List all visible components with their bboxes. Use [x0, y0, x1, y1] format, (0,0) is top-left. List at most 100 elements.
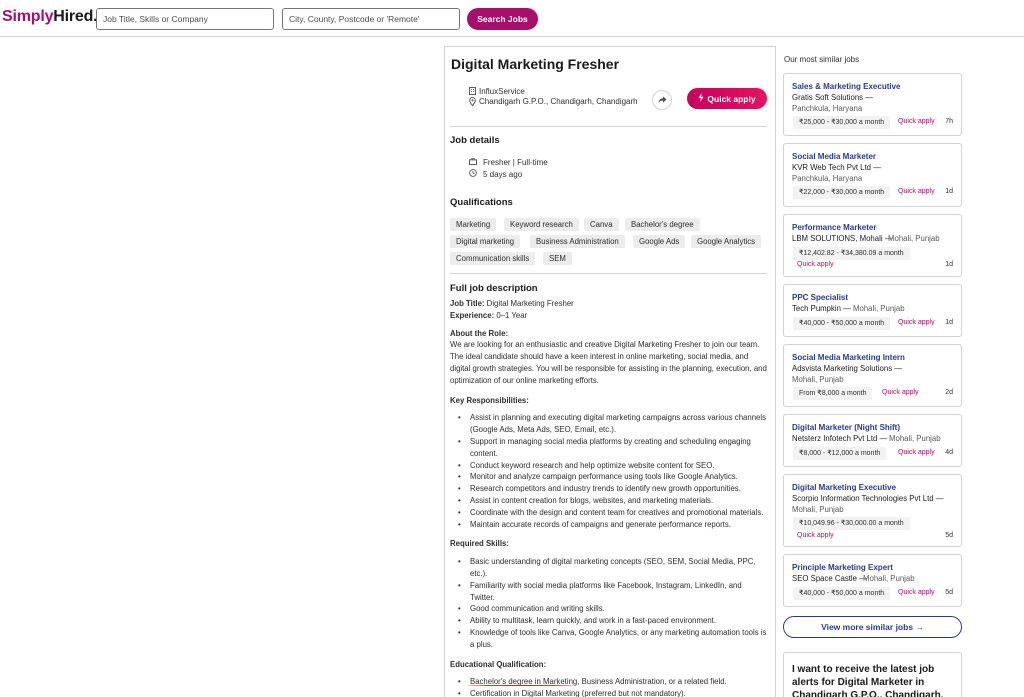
list-item: Familiarity with social media platforms …	[450, 580, 768, 604]
similar-job-card[interactable]: Social Media Marketing Intern Adsvista M…	[783, 344, 962, 407]
quick-apply-label: Quick apply	[707, 93, 756, 104]
job-type-text: Fresher | Full-time	[483, 158, 548, 167]
similar-job-card[interactable]: Sales & Marketing Executive Gratis Soft …	[783, 73, 962, 136]
job-alert-text: I want to receive the latest job alerts …	[792, 664, 944, 697]
salary-badge: ₹22,000 - ₹30,000 a month	[793, 186, 891, 199]
quick-apply-tag: Quick apply	[882, 389, 919, 396]
list-item: Ability to multitask, learn quickly, and…	[450, 615, 768, 627]
logo-simply: Simply	[2, 8, 54, 25]
similar-job-company: SEO Space Castle —	[792, 574, 867, 583]
about-text: We are looking for an enthusiastic and c…	[450, 340, 767, 385]
salary-badge: ₹40,000 - ₹50,000 a month	[793, 317, 891, 330]
posted-age: 1d	[945, 261, 953, 268]
about-heading: About the Role:	[450, 328, 509, 338]
top-header: SimplyHired. Search Jobs	[0, 0, 1024, 37]
similar-job-title[interactable]: Social Media Marketer	[792, 152, 876, 161]
share-arrow-icon	[658, 96, 666, 103]
qualification-chip: Google Analytics	[691, 235, 762, 248]
similar-job-card[interactable]: Social Media Marketer KVR Web Tech Pvt L…	[783, 143, 962, 207]
list-item: Bachelor's degree in Marketing, Business…	[450, 676, 768, 688]
list-item: Certification in Digital Marketing (pref…	[450, 688, 768, 697]
list-item: Assist in planning and executing digital…	[450, 412, 768, 436]
similar-job-company: KVR Web Tech Pvt Ltd —	[792, 163, 881, 172]
skills-list: Basic understanding of digital marketing…	[450, 556, 768, 650]
similar-jobs-heading: Our most similar jobs	[784, 55, 860, 64]
company-name[interactable]: InfluxService	[479, 87, 525, 96]
skills-heading: Required Skills:	[450, 539, 509, 549]
quick-apply-tag: Quick apply	[797, 532, 834, 539]
similar-job-location: Mohali, Punjab	[853, 304, 905, 313]
job-title: Digital Marketing Fresher	[451, 56, 620, 72]
quick-apply-button[interactable]: Quick apply	[687, 88, 767, 109]
experience-line: Experience: 0–1 Year	[450, 310, 528, 320]
simplyhired-logo[interactable]: SimplyHired.	[2, 8, 98, 26]
salary-badge: ₹12,402.82 - ₹34,380.09 a month	[793, 247, 910, 260]
list-item: Maintain accurate records of campaigns a…	[450, 519, 768, 531]
similar-job-card[interactable]: Digital Marketing Executive Scorpio Info…	[783, 474, 962, 547]
education-heading: Educational Qualification:	[450, 659, 547, 669]
qualification-chip: Marketing	[450, 218, 497, 231]
job-title-search-input[interactable]	[96, 8, 274, 30]
building-icon	[469, 87, 476, 97]
list-item: Research competitors and industry trends…	[450, 483, 768, 495]
qualification-chip: Business Administration	[530, 235, 625, 248]
qualification-chip: Keyword research	[504, 218, 579, 231]
divider	[450, 273, 767, 274]
posted-age: 4d	[945, 449, 953, 456]
job-type-row: Fresher | Full-time	[469, 158, 548, 167]
responsibilities-list: Assist in planning and executing digital…	[450, 412, 768, 530]
list-item: Assist in content creation for blogs, we…	[450, 495, 768, 507]
education-list: Bachelor's degree in Marketing, Business…	[450, 676, 768, 697]
search-jobs-button[interactable]: Search Jobs	[467, 8, 538, 30]
qualification-chip: SEM	[543, 252, 572, 265]
job-title-line: Job Title: Digital Marketing Fresher	[450, 299, 574, 308]
posted-age: 5d	[945, 532, 953, 539]
lightning-icon	[698, 93, 704, 104]
similar-job-card[interactable]: Digital Marketer (Night Shift) Netsterz …	[783, 414, 962, 467]
quick-apply-tag: Quick apply	[898, 319, 935, 326]
location-search-input[interactable]	[282, 8, 460, 30]
posted-row: 5 days ago	[469, 169, 522, 179]
similar-job-location: Panchkula, Haryana	[792, 104, 863, 113]
list-item: Good communication and writing skills.	[450, 603, 768, 615]
posted-age: 2d	[945, 389, 953, 396]
briefcase-icon	[469, 158, 479, 167]
list-item: Conduct keyword research and help optimi…	[450, 460, 768, 472]
quick-apply-tag: Quick apply	[898, 118, 935, 125]
job-details-heading: Job details	[450, 135, 500, 146]
full-description-heading: Full job description	[450, 283, 538, 294]
similar-job-card[interactable]: PPC Specialist Tech Pumpkin — Mohali, Pu…	[783, 284, 962, 337]
salary-badge: From ₹8,000 a month	[793, 387, 873, 400]
posted-age: 1d	[945, 319, 953, 326]
list-item: Knowledge of tools like Canva, Google An…	[450, 627, 768, 651]
job-alert-box: I want to receive the latest job alerts …	[783, 652, 962, 697]
similar-job-location: Mohali, Punjab	[863, 574, 915, 583]
similar-job-title[interactable]: Digital Marketing Executive	[792, 483, 896, 492]
qualifications-heading: Qualifications	[450, 197, 513, 208]
similar-job-company: Gratis Soft Solutions —	[792, 93, 874, 102]
similar-job-title[interactable]: Principle Marketing Expert	[792, 563, 893, 572]
qualification-chip: Communication skills	[450, 252, 536, 265]
similar-job-company: Netsterz Infotech Pvt Ltd —	[792, 434, 888, 443]
posted-age: 1d	[945, 188, 953, 195]
similar-job-card[interactable]: Performance Marketer LBM SOLUTIONS, Moha…	[783, 214, 962, 277]
similar-job-title[interactable]: PPC Specialist	[792, 293, 848, 302]
view-more-similar-jobs-button[interactable]: View more similar jobs →	[783, 616, 962, 638]
share-button[interactable]	[652, 90, 672, 110]
similar-job-title[interactable]: Performance Marketer	[792, 223, 876, 232]
quick-apply-tag: Quick apply	[898, 449, 935, 456]
similar-job-card[interactable]: Principle Marketing Expert SEO Space Cas…	[783, 554, 962, 607]
similar-job-title[interactable]: Social Media Marketing Intern	[792, 353, 905, 362]
similar-job-company: Tech Pumpkin —	[792, 304, 851, 313]
list-item: Support in managing social media platfor…	[450, 436, 768, 460]
job-location: Chandigarh G.P.O., Chandigarh, Chandigar…	[479, 97, 638, 106]
similar-job-location: Mohali, Punjab	[888, 234, 940, 243]
logo-hired: Hired.	[53, 8, 98, 25]
salary-badge: ₹10,049.96 - ₹30,000.00 a month	[793, 517, 910, 530]
clock-icon	[469, 169, 479, 179]
list-item: Coordinate with the design and content t…	[450, 507, 768, 519]
qualification-chip: Digital marketing	[450, 235, 521, 248]
posted-age: 5d	[945, 589, 953, 596]
similar-job-title[interactable]: Digital Marketer (Night Shift)	[792, 423, 900, 432]
similar-job-title[interactable]: Sales & Marketing Executive	[792, 82, 901, 91]
